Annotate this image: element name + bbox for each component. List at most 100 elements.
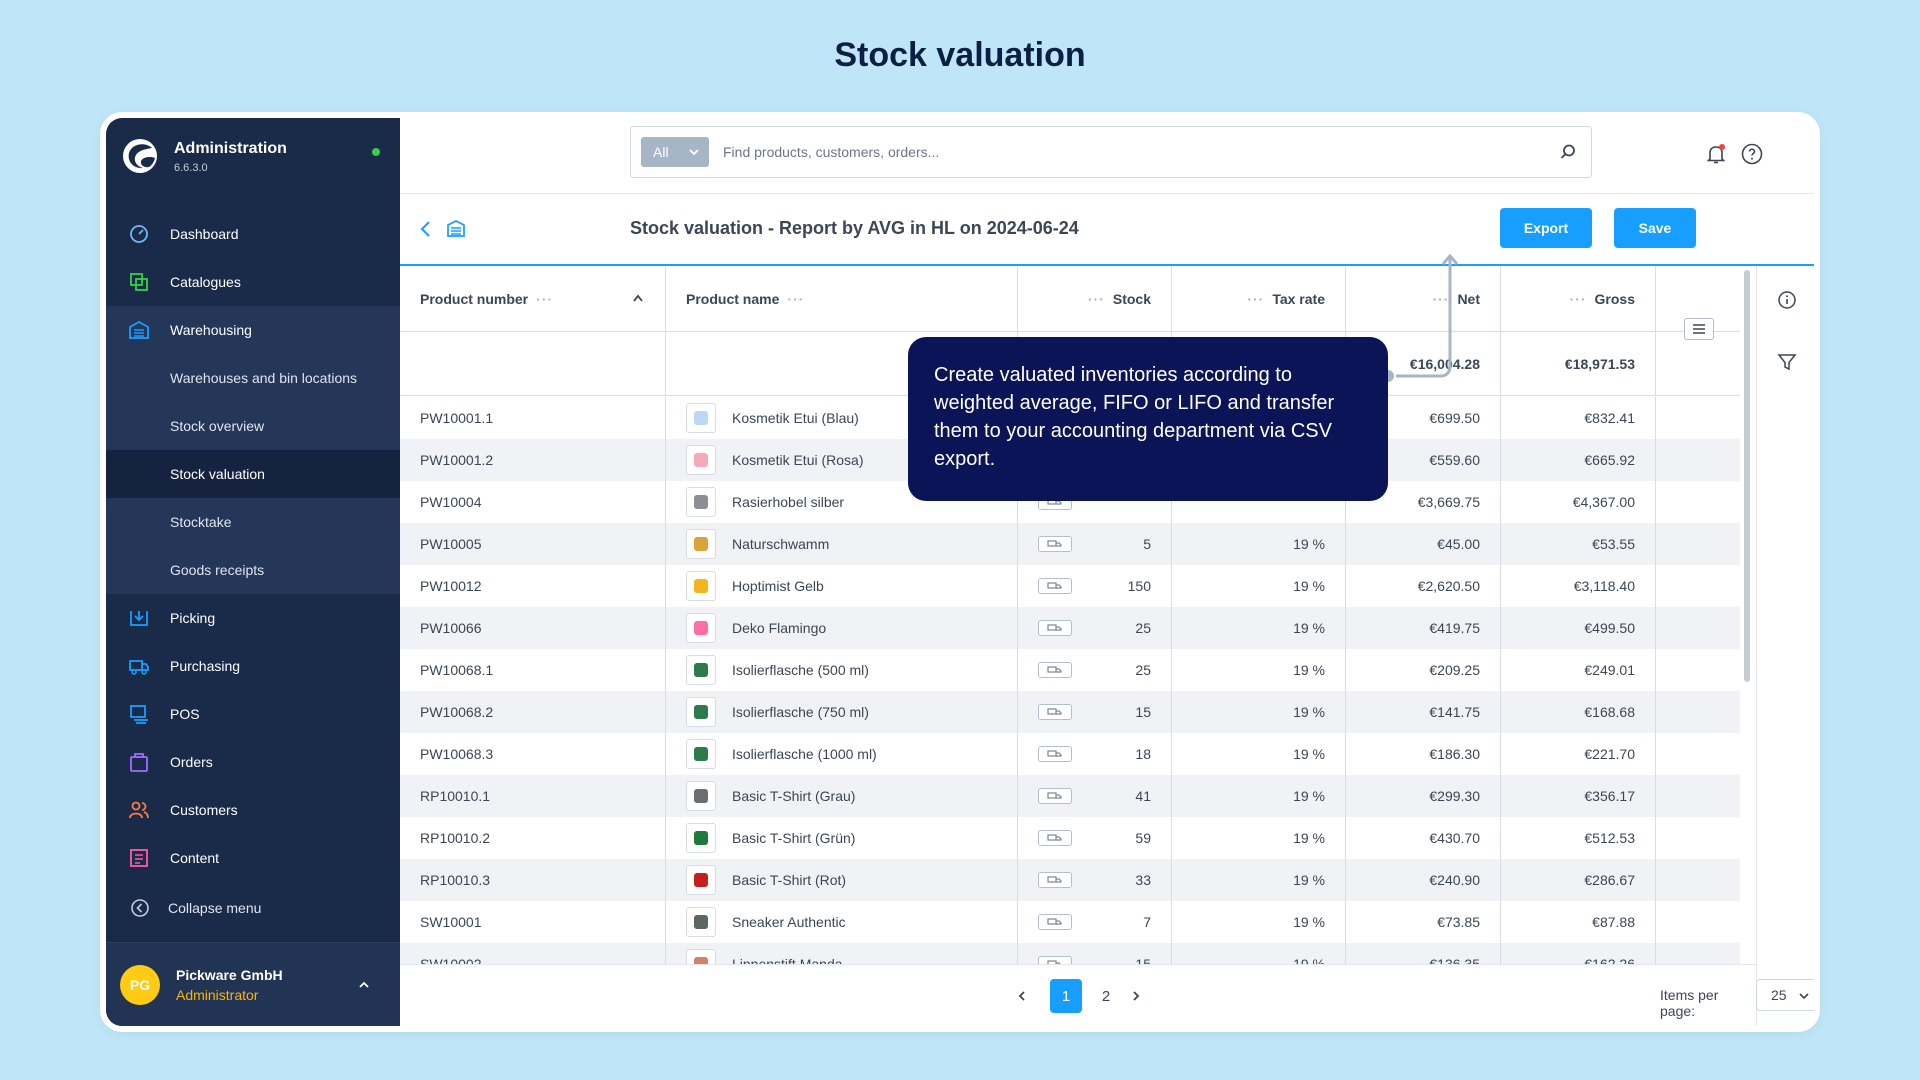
topbar: All <box>400 118 1814 194</box>
column-menu-icon[interactable]: ··· <box>1570 291 1587 307</box>
column-label: Stock <box>1112 290 1151 307</box>
search-type-select[interactable]: All <box>641 137 709 167</box>
stock-location-icon[interactable] <box>1038 788 1072 804</box>
stock-location-icon[interactable] <box>1038 872 1072 888</box>
stock-location-icon[interactable] <box>1038 536 1072 552</box>
items-per-page-select[interactable]: 25 <box>1756 979 1814 1011</box>
table-row[interactable]: PW10068.3 Isolierflasche (1000 ml) 18 19 % €… <box>400 733 1740 775</box>
product-number-cell[interactable]: RP10010.2 <box>400 817 666 859</box>
nav-pos[interactable]: POS <box>106 690 400 738</box>
table-scrollbar[interactable] <box>1744 270 1750 682</box>
back-chevron-icon[interactable] <box>418 220 434 238</box>
product-number-cell[interactable]: PW10068.2 <box>400 691 666 733</box>
product-name-cell[interactable]: Lippenstift Manda <box>666 943 1018 964</box>
table-row[interactable]: RP10010.1 Basic T-Shirt (Grau) 41 19 % €299.… <box>400 775 1740 817</box>
product-number-cell[interactable]: PW10001.1 <box>400 397 666 439</box>
save-button[interactable]: Save <box>1614 208 1696 248</box>
help-icon[interactable] <box>1740 142 1764 166</box>
product-name-cell[interactable]: Deko Flamingo <box>666 607 1018 649</box>
table-row[interactable]: PW10012 Hoptimist Gelb 150 19 % €2,620.50 €3,… <box>400 565 1740 607</box>
table-row[interactable]: SW10001 Sneaker Authentic 7 19 % €73.85 €87.8… <box>400 901 1740 943</box>
search-input[interactable] <box>723 127 1523 177</box>
column-header-product-number[interactable]: Product number ··· <box>400 266 666 331</box>
page-1-button[interactable]: 1 <box>1050 979 1082 1013</box>
nav-purchasing[interactable]: Purchasing <box>106 642 400 690</box>
product-number-cell[interactable]: RP10010.1 <box>400 775 666 817</box>
product-name-cell[interactable]: Isolierflasche (750 ml) <box>666 691 1018 733</box>
nav-stock-valuation[interactable]: Stock valuation <box>106 450 400 498</box>
tax-rate-cell: 19 % <box>1172 607 1346 649</box>
page-2-button[interactable]: 2 <box>1090 979 1122 1013</box>
product-number-cell[interactable]: PW10001.2 <box>400 439 666 481</box>
nav-orders[interactable]: Orders <box>106 738 400 786</box>
filter-icon[interactable] <box>1777 352 1797 372</box>
nav-goods-receipts[interactable]: Goods receipts <box>106 546 400 594</box>
column-header-stock[interactable]: ··· Stock <box>1018 266 1172 331</box>
notifications-bell-icon[interactable] <box>1704 142 1728 166</box>
product-name-cell[interactable]: Naturschwamm <box>666 523 1018 565</box>
chevron-down-icon <box>689 149 699 156</box>
stock-location-icon[interactable] <box>1038 956 1072 964</box>
nav-catalogues[interactable]: Catalogues <box>106 258 400 306</box>
product-name-cell[interactable]: Basic T-Shirt (Rot) <box>666 859 1018 901</box>
nav-stocktake[interactable]: Stocktake <box>106 498 400 546</box>
product-number-cell[interactable]: PW10068.3 <box>400 733 666 775</box>
column-menu-icon[interactable]: ··· <box>787 291 804 307</box>
product-name-cell[interactable]: Sneaker Authentic <box>666 901 1018 943</box>
nav-warehouses-bin-locations[interactable]: Warehouses and bin locations <box>106 354 400 402</box>
next-page-icon[interactable] <box>1130 989 1142 1003</box>
product-number-cell[interactable]: SW10002 <box>400 943 666 964</box>
stock-location-icon[interactable] <box>1038 830 1072 846</box>
product-thumbnail <box>686 823 716 853</box>
stock-location-icon[interactable] <box>1038 578 1072 594</box>
table-row[interactable]: RP10010.2 Basic T-Shirt (Grün) 59 19 % €430.… <box>400 817 1740 859</box>
product-name-cell[interactable]: Basic T-Shirt (Grau) <box>666 775 1018 817</box>
nav-stock-overview[interactable]: Stock overview <box>106 402 400 450</box>
user-role: Administrator <box>176 987 259 1003</box>
gross-cell: €168.68 <box>1501 691 1656 733</box>
table-row[interactable]: PW10066 Deko Flamingo 25 19 % €419.75 €499.50 <box>400 607 1740 649</box>
column-menu-icon[interactable]: ··· <box>1088 291 1105 307</box>
product-number-cell[interactable]: PW10068.1 <box>400 649 666 691</box>
product-number-cell[interactable]: PW10012 <box>400 565 666 607</box>
table-row[interactable]: SW10002 Lippenstift Manda 15 19 % €136.35 €16… <box>400 943 1740 964</box>
nav-dashboard[interactable]: Dashboard <box>106 210 400 258</box>
sort-ascending-icon[interactable] <box>633 294 643 302</box>
product-name-cell[interactable]: Isolierflasche (1000 ml) <box>666 733 1018 775</box>
table-row[interactable]: RP10010.3 Basic T-Shirt (Rot) 33 19 % €240.9… <box>400 859 1740 901</box>
user-menu[interactable]: PG Pickware GmbH Administrator <box>106 942 400 1026</box>
column-header-tax-rate[interactable]: ··· Tax rate <box>1172 266 1346 331</box>
nav-picking[interactable]: Picking <box>106 594 400 642</box>
search-icon[interactable] <box>1559 143 1577 161</box>
row-actions-cell <box>1656 691 1740 733</box>
stock-location-icon[interactable] <box>1038 914 1072 930</box>
nav-content[interactable]: Content <box>106 834 400 882</box>
column-menu-icon[interactable]: ··· <box>1247 291 1264 307</box>
product-number-cell[interactable]: PW10066 <box>400 607 666 649</box>
product-name-cell[interactable]: Basic T-Shirt (Grün) <box>666 817 1018 859</box>
picking-icon <box>130 611 148 626</box>
column-menu-icon[interactable]: ··· <box>536 291 553 307</box>
column-header-gross[interactable]: ··· Gross <box>1501 266 1656 331</box>
product-name-cell[interactable]: Hoptimist Gelb <box>666 565 1018 607</box>
stock-location-icon[interactable] <box>1038 704 1072 720</box>
product-number-cell[interactable]: PW10005 <box>400 523 666 565</box>
export-button[interactable]: Export <box>1500 208 1592 248</box>
product-number-cell[interactable]: SW10001 <box>400 901 666 943</box>
column-label: Net <box>1457 290 1480 307</box>
product-name-cell[interactable]: Isolierflasche (500 ml) <box>666 649 1018 691</box>
product-number-cell[interactable]: PW10004 <box>400 481 666 523</box>
info-icon[interactable] <box>1777 290 1797 310</box>
collapse-menu-button[interactable]: Collapse menu <box>106 886 400 930</box>
table-row[interactable]: PW10005 Naturschwamm 5 19 % €45.00 €53.55 <box>400 523 1740 565</box>
table-row[interactable]: PW10068.1 Isolierflasche (500 ml) 25 19 % €2… <box>400 649 1740 691</box>
stock-location-icon[interactable] <box>1038 620 1072 636</box>
nav-customers[interactable]: Customers <box>106 786 400 834</box>
column-header-product-name[interactable]: Product name ··· <box>666 266 1018 331</box>
stock-location-icon[interactable] <box>1038 746 1072 762</box>
product-number-cell[interactable]: RP10010.3 <box>400 859 666 901</box>
table-row[interactable]: PW10068.2 Isolierflasche (750 ml) 15 19 % €1… <box>400 691 1740 733</box>
previous-page-icon[interactable] <box>1016 989 1028 1003</box>
stock-location-icon[interactable] <box>1038 662 1072 678</box>
nav-warehousing[interactable]: Warehousing <box>106 306 400 354</box>
